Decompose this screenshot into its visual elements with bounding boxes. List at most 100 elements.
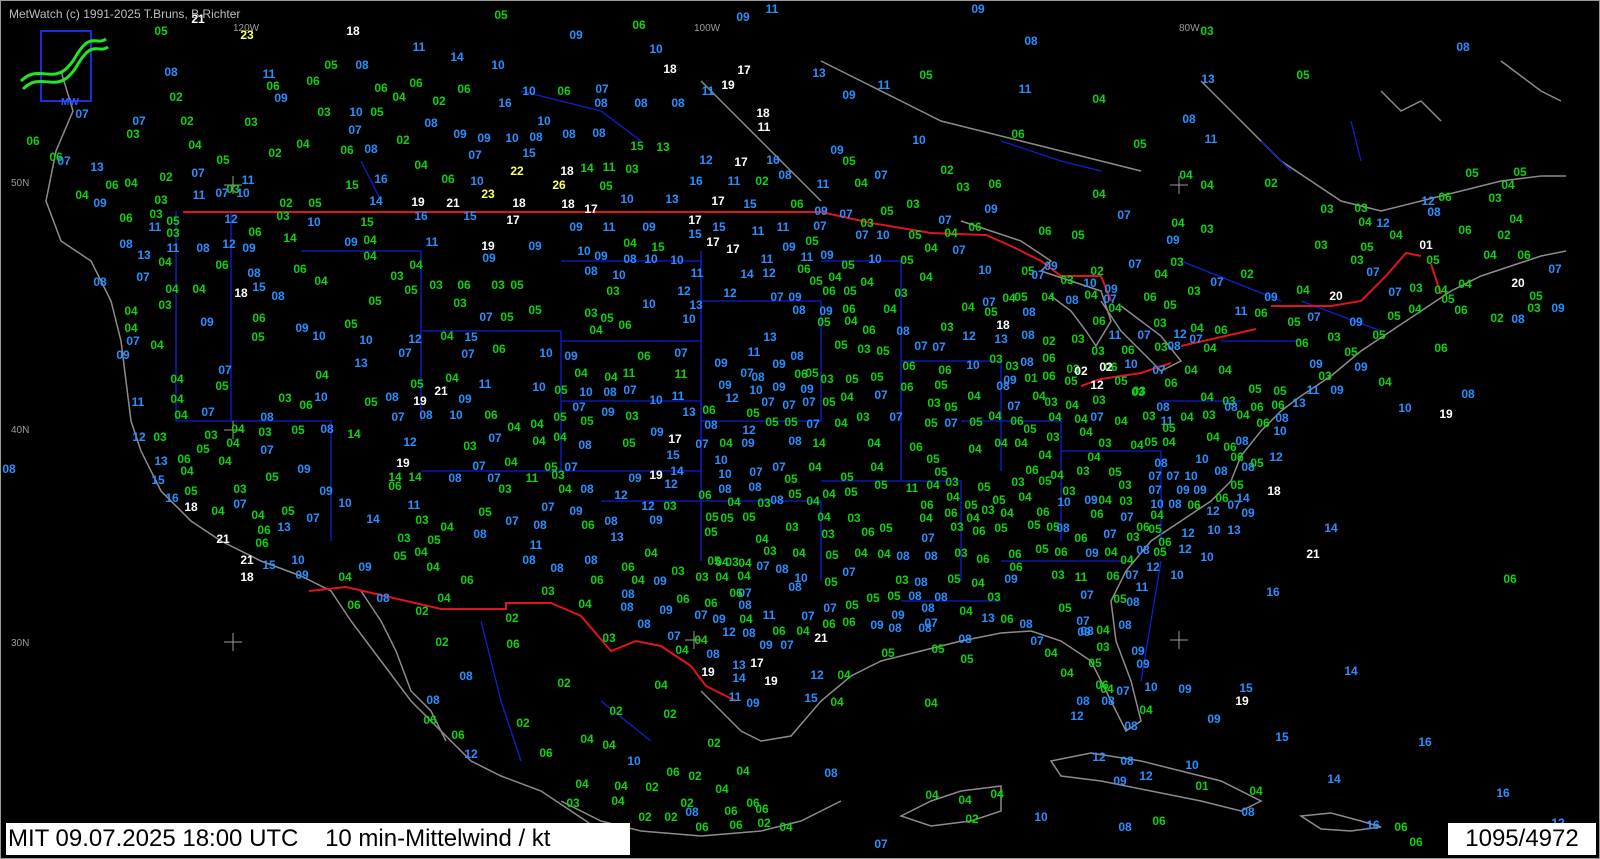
wind-observation[interactable]: 02 (638, 810, 652, 824)
wind-observation[interactable]: 05 (1426, 253, 1440, 267)
wind-observation[interactable]: 04 (124, 321, 138, 335)
wind-observation[interactable]: 08 (908, 589, 922, 603)
wind-observation[interactable]: 05 (825, 548, 839, 562)
wind-observation[interactable]: 11 (1019, 82, 1032, 96)
wind-observation[interactable]: 09 (1309, 357, 1323, 371)
wind-observation[interactable]: 08 (1214, 464, 1228, 478)
wind-observation[interactable]: 08 (584, 553, 598, 567)
wind-observation[interactable]: 05 (919, 68, 933, 82)
wind-observation[interactable]: 04 (990, 787, 1004, 801)
wind-observation[interactable]: 11 (413, 40, 426, 54)
wind-observation[interactable]: 10 (649, 393, 663, 407)
wind-observation[interactable]: 03 (1142, 409, 1156, 423)
wind-observation[interactable]: 06 (484, 408, 498, 422)
wind-observation[interactable]: 02 (1240, 267, 1254, 281)
wind-observation[interactable]: 05 (265, 470, 279, 484)
wind-observation[interactable]: 13 (981, 611, 995, 625)
wind-observation[interactable]: 14 (283, 231, 297, 245)
wind-observation[interactable]: 04 (1509, 212, 1523, 226)
wind-observation[interactable]: 04 (580, 732, 594, 746)
wind-observation[interactable]: 06 (1152, 814, 1166, 828)
wind-observation[interactable]: 03 (415, 513, 429, 527)
wind-observation[interactable]: 16 (498, 96, 512, 110)
wind-observation[interactable]: 05 (845, 372, 859, 386)
wind-observation[interactable]: 09 (741, 436, 755, 450)
wind-observation[interactable]: 08 (164, 65, 178, 79)
wind-observation[interactable]: 02 (663, 707, 677, 721)
wind-observation[interactable]: 04 (315, 368, 329, 382)
wind-observation[interactable]: 07 (1366, 265, 1380, 279)
wind-observation[interactable]: 08 (1154, 456, 1168, 470)
wind-observation[interactable]: 16 (766, 153, 780, 167)
wind-observation[interactable]: 04 (919, 511, 933, 525)
wind-observation[interactable]: 03 (453, 296, 467, 310)
wind-observation[interactable]: 03 (566, 796, 580, 810)
wind-observation[interactable]: 04 (437, 591, 451, 605)
wind-observation[interactable]: 06 (105, 178, 119, 192)
wind-observation[interactable]: 04 (1296, 283, 1310, 297)
wind-observation[interactable]: 11 (530, 538, 543, 552)
wind-observation[interactable]: 08 (924, 549, 938, 563)
wind-observation[interactable]: 05 (926, 452, 940, 466)
wind-observation[interactable]: 06 (1000, 612, 1014, 626)
wind-observation[interactable]: 04 (392, 90, 406, 104)
wind-observation[interactable]: 04 (589, 323, 603, 337)
wind-observation[interactable]: 06 (676, 592, 690, 606)
wind-observation[interactable]: 03 (584, 306, 598, 320)
wind-observation[interactable]: 09 (594, 249, 608, 263)
wind-observation[interactable]: 08 (1101, 694, 1115, 708)
wind-observation[interactable]: 09 (788, 290, 802, 304)
wind-observation[interactable]: 16 (689, 174, 703, 188)
wind-observation[interactable]: 15 (630, 139, 644, 153)
wind-observation[interactable]: 05 (427, 533, 441, 547)
wind-observation[interactable]: 06 (1074, 531, 1088, 545)
wind-observation[interactable]: 04 (1084, 288, 1098, 302)
wind-observation[interactable]: 14 (1327, 772, 1341, 786)
wind-observation[interactable]: 04 (553, 430, 567, 444)
wind-observation[interactable]: 05 (824, 575, 838, 589)
wind-observation[interactable]: 10 (714, 453, 728, 467)
wind-observation[interactable]: 09 (1193, 483, 1207, 497)
wind-observation[interactable]: 07 (132, 114, 146, 128)
wind-observation[interactable]: 05 (994, 521, 1008, 535)
wind-observation[interactable]: 03 (1005, 359, 1019, 373)
wind-observation[interactable]: 05 (1014, 290, 1028, 304)
wind-observation[interactable]: 09 (1131, 644, 1145, 658)
wind-observation[interactable]: 04 (926, 478, 940, 492)
wind-observation[interactable]: 03 (317, 105, 331, 119)
wind-observation[interactable]: 12 (762, 266, 776, 280)
wind-observation[interactable]: 08 (623, 252, 637, 266)
wind-observation[interactable]: 05 (370, 105, 384, 119)
wind-observation[interactable]: 06 (1250, 400, 1264, 414)
wind-observation[interactable]: 03 (927, 396, 941, 410)
wind-observation[interactable]: 03 (204, 428, 218, 442)
wind-observation[interactable]: 04 (715, 782, 729, 796)
wind-observation[interactable]: 04 (231, 422, 245, 436)
wind-observation[interactable]: 09 (842, 88, 856, 102)
wind-observation[interactable]: 15 (463, 209, 477, 223)
wind-observation[interactable]: 03 (158, 298, 172, 312)
wind-observation[interactable]: 11 (132, 395, 145, 409)
wind-observation[interactable]: 07 (75, 107, 89, 121)
wind-observation[interactable]: 03 (785, 520, 799, 534)
wind-observation[interactable]: 06 (457, 278, 471, 292)
wind-observation[interactable]: 12 (641, 499, 655, 513)
wind-observation[interactable]: 05 (1114, 374, 1128, 388)
wind-observation[interactable]: 11 (1235, 304, 1248, 318)
wind-observation[interactable]: 07 (1128, 257, 1142, 271)
wind-observation[interactable]: 03 (671, 564, 685, 578)
wind-observation[interactable]: 11 (408, 498, 421, 512)
wind-observation[interactable]: 04 (1180, 410, 1194, 424)
wind-observation[interactable]: 12 (224, 212, 238, 226)
wind-observation[interactable]: 04 (877, 547, 891, 561)
wind-observation[interactable]: 07 (218, 363, 232, 377)
wind-observation[interactable]: 06 (347, 598, 361, 612)
wind-observation[interactable]: 10 (312, 329, 326, 343)
wind-observation[interactable]: 07 (391, 410, 405, 424)
wind-observation[interactable]: 07 (1148, 469, 1162, 483)
wind-observation[interactable]: 11 (878, 78, 891, 92)
wind-observation[interactable]: 09 (782, 240, 796, 254)
wind-observation[interactable]: 03 (1318, 369, 1332, 383)
wind-observation[interactable]: 02 (180, 114, 194, 128)
wind-observation[interactable]: 03 (1119, 494, 1133, 508)
